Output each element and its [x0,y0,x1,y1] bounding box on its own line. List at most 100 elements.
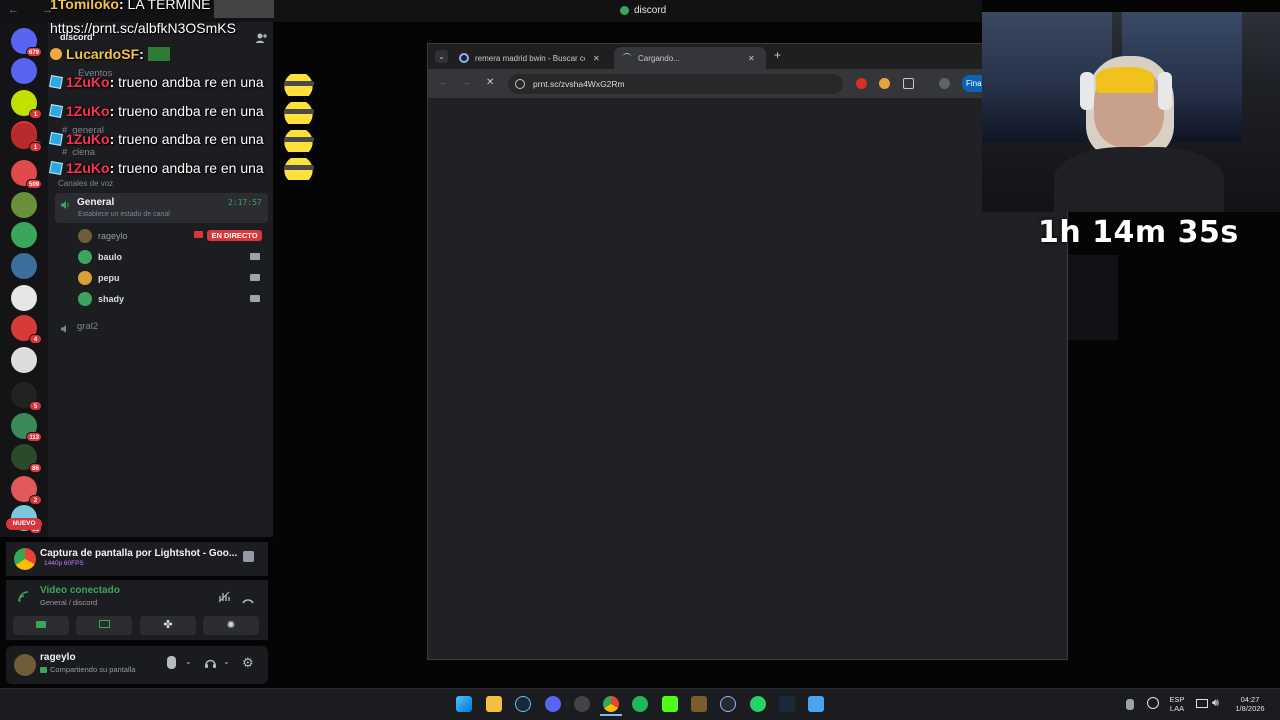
close-icon[interactable]: ✕ [748,54,755,63]
server-icon[interactable]: 2 [11,476,42,505]
discord-icon[interactable] [545,696,561,712]
tab-google-search[interactable]: remera madrid bwin - Buscar co ✕ [455,47,611,69]
server-icon[interactable]: 113 [11,413,42,442]
avatar [78,292,92,306]
chrome-icon[interactable] [603,696,619,712]
member-baulo[interactable]: baulo [78,250,122,264]
chrome-icon [14,548,36,570]
emote-image [276,130,321,152]
tab-search-icon[interactable]: ⌄ [435,50,448,63]
kick-icon[interactable] [662,696,678,712]
display-icon[interactable] [1196,699,1208,708]
address-bar[interactable]: prnt.sc/zvsha4WxG2Rm [508,74,843,94]
active-indicator [600,714,622,716]
chat-line: 1Tomiloko: LA TERMINE [50,0,211,12]
unread-badge: 2 [29,495,42,505]
voice-category[interactable]: Canales de voz [58,179,113,188]
gear-icon[interactable]: ⚙ [242,656,254,669]
keyboard-layout[interactable]: ESP LAA [1166,695,1188,713]
forward-icon[interactable]: → [462,77,471,87]
server-icon[interactable]: 86 [11,444,42,473]
server-icon[interactable]: 1 [11,123,42,152]
stop-loading-icon[interactable]: ✕ [486,77,494,88]
voice-status-title[interactable]: Video conectado [40,585,120,596]
member-rageylo[interactable]: rageylo [78,229,128,243]
username[interactable]: rageylo [40,652,76,663]
extension-icon[interactable] [856,78,867,89]
extensions-puzzle-icon[interactable] [903,78,914,89]
steam-icon[interactable] [779,696,795,712]
server-icon[interactable] [11,253,37,279]
microphone-icon[interactable] [1126,699,1134,710]
file-explorer-icon[interactable] [486,696,502,712]
profile-avatar-icon[interactable] [939,78,950,89]
server-icon[interactable]: 5 [11,382,42,411]
voice-timer: 2:17:57 [228,198,262,207]
extension-icon[interactable] [879,78,890,89]
loading-spinner-icon [622,53,632,63]
chevron-down-icon[interactable]: ⌄ [223,657,230,666]
speaker-icon [60,197,70,209]
webcam-shadow [1068,255,1118,340]
server-icon[interactable]: 4 [11,315,42,344]
live-badge: EN DIRECTO [207,230,262,241]
user-status: Compartiendo su pantalla [40,665,135,674]
finish-update-button[interactable]: Fina [962,75,982,92]
server-icon[interactable] [11,222,37,248]
notepad-icon[interactable] [808,696,824,712]
back-icon[interactable]: ← [439,77,448,87]
voice-status-subtitle[interactable]: General / discord [40,598,97,607]
member-pepu[interactable]: pepu [78,271,120,285]
user-avatar[interactable] [14,654,36,676]
server-icon[interactable]: 1 [11,90,42,119]
server-icon[interactable] [11,285,37,311]
member-shady[interactable]: shady [78,292,124,306]
emote-image [214,0,274,18]
camera-live-icon [194,231,203,238]
screen-share-button[interactable] [76,616,132,635]
microphone-icon[interactable] [167,656,176,669]
spotify-icon[interactable] [632,696,648,712]
volume-icon[interactable]: 🔊︎ [1212,697,1219,710]
user-badge-icon [50,48,62,60]
whatsapp-icon[interactable] [750,696,766,712]
server-icon[interactable] [11,347,37,373]
site-info-icon[interactable] [515,79,525,89]
add-member-icon[interactable] [255,31,267,43]
new-badge: NUEVO [6,518,42,530]
disconnect-icon[interactable] [242,592,254,604]
signal-icon[interactable] [17,590,30,603]
cube-badge-icon [49,104,63,118]
server-icon[interactable] [11,58,37,84]
clock[interactable]: 04:27 1/8/2026 [1228,695,1272,713]
server-icon[interactable]: 679 [11,28,42,57]
emote-image [276,102,321,124]
soundboard-button[interactable]: ✺ [203,616,259,635]
network-icon[interactable] [1147,697,1159,709]
channel-clena[interactable]: # clena [62,147,95,158]
speaker-icon [60,321,70,333]
chat-line: 1ZuKo: trueno andba re en una [49,74,264,90]
unread-badge: 679 [25,47,42,57]
close-icon[interactable]: ✕ [593,54,600,63]
unread-badge: 4 [29,334,42,344]
start-icon[interactable] [456,696,472,712]
unread-badge: 5 [29,401,42,411]
headphones-icon[interactable] [204,656,217,669]
minecraft-icon[interactable] [691,696,707,712]
tab-loading[interactable]: Cargando... ✕ [614,47,766,69]
voice-channel-gral2[interactable]: gral2 [77,321,98,332]
server-icon[interactable]: 509 [11,160,42,189]
channel-status-hint[interactable]: Establece un estado de canal [78,211,170,218]
stop-stream-icon[interactable] [243,551,254,562]
ccleaner-icon[interactable] [720,696,736,712]
new-tab-button[interactable]: + [774,48,781,62]
camera-button[interactable] [13,616,69,635]
steam-icon[interactable] [515,696,531,712]
webcam-feed [982,12,1280,212]
activities-button[interactable]: ✤ [140,616,196,635]
server-icon[interactable] [11,192,37,218]
noise-suppression-icon[interactable] [218,590,230,603]
obs-icon[interactable] [574,696,590,712]
chevron-down-icon[interactable]: ⌄ [185,657,192,666]
